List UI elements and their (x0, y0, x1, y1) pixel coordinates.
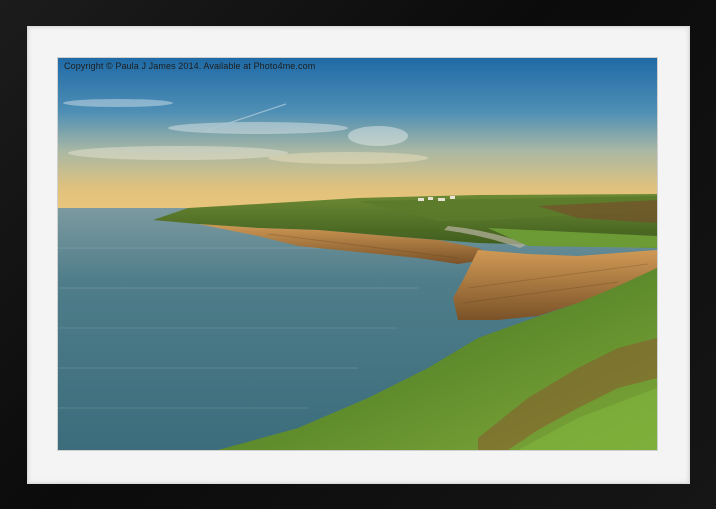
coastal-cliff-photo: Copyright © Paula J James 2014. Availabl… (58, 58, 657, 450)
copyright-watermark: Copyright © Paula J James 2014. Availabl… (64, 61, 316, 71)
landscape-image (58, 58, 657, 450)
